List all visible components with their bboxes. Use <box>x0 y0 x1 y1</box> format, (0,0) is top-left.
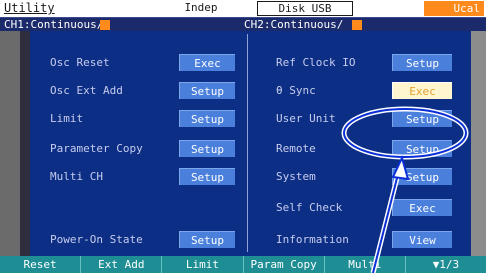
column-divider <box>247 34 248 252</box>
softkey-reset[interactable]: Reset <box>0 256 82 273</box>
label-ref-clock-io: Ref Clock IO <box>276 56 356 69</box>
label-theta-sync: θ Sync <box>276 84 316 97</box>
system-setup-button[interactable]: Setup <box>392 168 452 185</box>
mode-indicator: Indep <box>184 1 218 14</box>
softkey-page[interactable]: ▼1/3 <box>406 256 486 273</box>
status-badge: Ucal <box>424 1 484 16</box>
label-self-check: Self Check <box>276 201 343 214</box>
left-strip <box>0 31 30 256</box>
softkey-param-copy[interactable]: Param Copy <box>244 256 325 273</box>
parameter-copy-setup-button[interactable]: Setup <box>179 140 235 157</box>
right-strip <box>471 31 486 256</box>
ch2-output-indicator <box>352 20 362 30</box>
label-information: Information <box>276 233 349 246</box>
softkey-bar: Reset Ext Add Limit Param Copy Multi ▼1/… <box>0 256 486 273</box>
softkey-multi[interactable]: Multi <box>325 256 406 273</box>
ch1-output-indicator <box>100 20 110 30</box>
information-view-button[interactable]: View <box>392 231 452 248</box>
storage-indicator: Disk USB <box>257 1 353 16</box>
label-remote: Remote <box>276 142 316 155</box>
ch2-status: CH2:Continuous/ <box>244 18 344 31</box>
channel-bar: CH1:Continuous/ CH2:Continuous/ <box>0 17 486 31</box>
label-limit: Limit <box>50 112 84 125</box>
remote-setup-button[interactable]: Setup <box>392 140 452 157</box>
app-title: Utility <box>4 1 55 15</box>
osc-ext-add-setup-button[interactable]: Setup <box>179 82 235 99</box>
user-unit-setup-button[interactable]: Setup <box>392 110 452 127</box>
multi-ch-setup-button[interactable]: Setup <box>179 168 235 185</box>
limit-setup-button[interactable]: Setup <box>179 110 235 127</box>
label-osc-reset: Osc Reset <box>50 56 110 69</box>
label-system: System <box>276 170 316 183</box>
theta-sync-exec-button[interactable]: Exec <box>392 82 452 99</box>
ch1-status: CH1:Continuous/ <box>4 18 104 31</box>
power-on-state-setup-button[interactable]: Setup <box>179 231 235 248</box>
label-parameter-copy: Parameter Copy <box>50 142 143 155</box>
label-power-on-state: Power-On State <box>50 233 143 246</box>
title-bar: Utility Indep Disk USB Ucal <box>0 0 486 17</box>
label-multi-ch: Multi CH <box>50 170 103 183</box>
softkey-ext-add[interactable]: Ext Add <box>81 256 163 273</box>
osc-reset-exec-button[interactable]: Exec <box>179 54 235 71</box>
ref-clock-io-setup-button[interactable]: Setup <box>392 54 452 71</box>
softkey-limit[interactable]: Limit <box>162 256 244 273</box>
self-check-exec-button[interactable]: Exec <box>392 199 452 216</box>
label-osc-ext-add: Osc Ext Add <box>50 84 123 97</box>
label-user-unit: User Unit <box>276 112 336 125</box>
